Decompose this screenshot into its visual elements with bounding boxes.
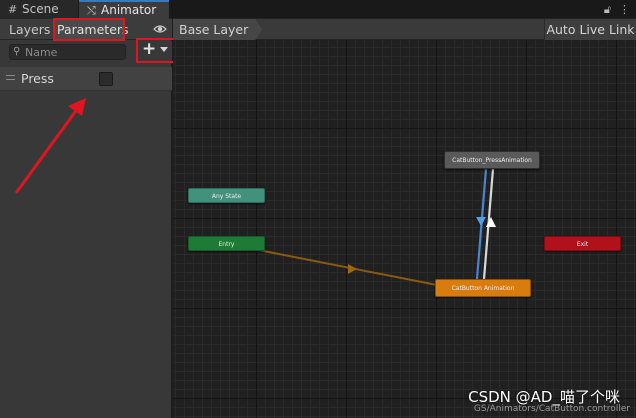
state-entry[interactable]: Entry: [188, 236, 265, 251]
transition-arrow-icon: [348, 264, 357, 274]
state-exit[interactable]: Exit: [544, 236, 621, 251]
search-icon: ⚲: [13, 46, 21, 57]
parameter-name[interactable]: Press: [21, 67, 54, 91]
plus-icon: +: [142, 39, 157, 59]
transitions-layer: [232, 168, 496, 286]
search-input[interactable]: [25, 45, 123, 59]
tab-layers[interactable]: Layers: [9, 19, 50, 40]
animator-icon: ⤭: [87, 4, 96, 17]
graph-toolbar: Base Layer Auto Live Link: [173, 19, 636, 40]
transition-entry-to-default[interactable]: [232, 244, 438, 286]
grid-icon: #: [8, 3, 18, 16]
window-controls: 🔓︎ ⋮: [596, 0, 630, 19]
state-any-state[interactable]: Any State: [188, 188, 265, 203]
tab-parameters[interactable]: Parameters: [53, 18, 129, 41]
chevron-down-icon: [160, 47, 168, 52]
state-default-animation[interactable]: CatButton Animation: [435, 279, 531, 297]
search-field[interactable]: ⚲: [9, 44, 126, 60]
tab-scene[interactable]: # Scene: [0, 0, 78, 19]
transition-arrow-icon: [486, 217, 496, 227]
state-press-animation[interactable]: CatButton_PressAnimation: [444, 151, 540, 169]
parameters-panel: Layers Parameters ⚲ Press: [0, 18, 172, 418]
window-tab-bar: # Scene ⤭ Animator 🔓︎ ⋮: [0, 0, 636, 19]
trigger-toggle[interactable]: [99, 72, 113, 86]
tab-scene-label: Scene: [22, 2, 59, 16]
add-parameter-button[interactable]: +: [136, 38, 176, 63]
watermark: CSDN @AD_喵了个咪: [468, 388, 620, 406]
tab-animator-label: Animator: [101, 3, 157, 17]
state-machine-graph[interactable]: Any State Entry Exit CatButton_PressAnim…: [173, 40, 636, 418]
panel-toolbar: Layers Parameters: [0, 18, 172, 41]
eye-icon[interactable]: [153, 23, 167, 35]
kebab-menu-icon[interactable]: ⋮: [619, 3, 630, 16]
tab-animator[interactable]: ⤭ Animator: [79, 0, 169, 19]
lock-icon[interactable]: 🔓︎: [604, 3, 611, 16]
transition-arrow-icon: [476, 217, 486, 226]
breadcrumb[interactable]: Base Layer: [173, 19, 263, 40]
parameter-row[interactable]: Press: [0, 67, 172, 91]
drag-handle-icon[interactable]: [6, 75, 15, 80]
auto-live-link-button[interactable]: Auto Live Link: [544, 19, 636, 40]
